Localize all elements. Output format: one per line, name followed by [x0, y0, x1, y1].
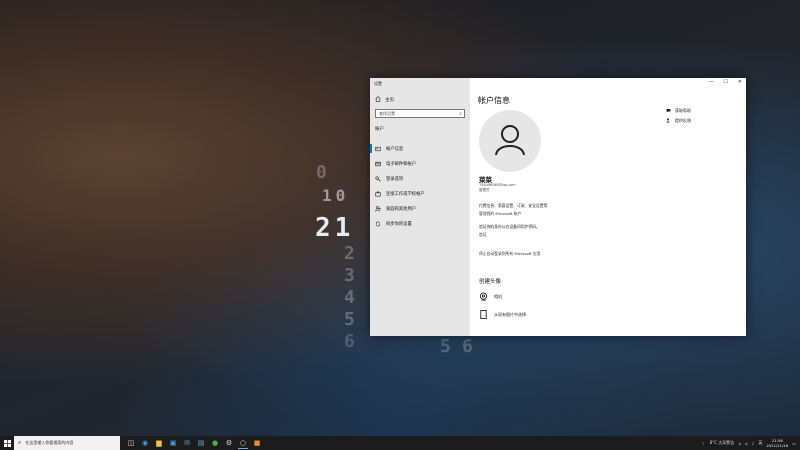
settings-icon[interactable]: ⚙ [224, 438, 234, 448]
user-role: 管理员 [479, 188, 490, 192]
briefcase-icon [375, 191, 381, 197]
weather-icon: ☾ [702, 440, 706, 446]
help-label: 获取帮助 [675, 108, 691, 113]
search-icon: ⌕ [459, 111, 462, 117]
home-label: 主页 [385, 98, 394, 103]
sidebar-item-label: 电子邮件和帐户 [386, 161, 417, 167]
camera-icon [479, 292, 488, 301]
feedback-icon [666, 118, 671, 124]
get-help-link[interactable]: 获取帮助 [666, 108, 691, 114]
section-label: 帐户 [375, 127, 384, 132]
search-placeholder: 查找设置 [379, 111, 395, 116]
camera-label: 相机 [494, 293, 502, 299]
sidebar-item-email-accounts[interactable]: 电子邮件和帐户 [370, 156, 470, 171]
system-tray: ☾ 8°C 大风警告 ∧ ⌂ ♪ 英 21:56 2021/11/16 ▭ [702, 436, 796, 450]
sidebar-item-label: 家庭和其他用户 [386, 206, 417, 212]
start-button[interactable] [0, 436, 14, 450]
taskbar: ⌕ 在这里输入你要搜索的内容 ◫ ◉ ▆ ▣ ✉ ▤ ● ⚙ ○ ■ ☾ 8°C… [0, 436, 800, 450]
stop-auto-login-link[interactable]: 停止自动登录到所有 Microsoft 应用 [479, 251, 540, 257]
key-icon [375, 175, 381, 182]
search-icon: ⌕ [18, 439, 22, 446]
manage-account-link[interactable]: 管理我的 Microsoft 帐户 [479, 211, 521, 217]
feedback-label: 提供反馈 [675, 118, 691, 123]
mail-icon [375, 161, 381, 167]
wallpaper-digit-small: 10 [322, 186, 350, 205]
taskbar-search-input[interactable]: ⌕ 在这里输入你要搜索的内容 [14, 436, 120, 450]
windows-logo-icon [3, 439, 11, 447]
home-link[interactable]: 主页 [375, 96, 394, 104]
create-avatar-title: 创建头像 [479, 279, 502, 285]
wallpaper-digit: 5 [440, 336, 455, 357]
clock-date: 2021/11/16 [766, 443, 789, 448]
sidebar-item-sign-in-options[interactable]: 登录选项 [370, 171, 470, 186]
wallpaper-hour: 21 [315, 213, 355, 243]
wallpaper-digit: 2 [344, 243, 359, 264]
help-chat-icon [666, 108, 671, 114]
tray-chevron-icon[interactable]: ∧ [738, 441, 741, 446]
settings-search-input[interactable]: 查找设置 ⌕ [375, 109, 465, 118]
taskbar-apps: ◫ ◉ ▆ ▣ ✉ ▤ ● ⚙ ○ ■ [126, 438, 262, 449]
wallpaper-digit: 6 [344, 331, 359, 352]
account-info-icon [375, 146, 381, 152]
edge-icon[interactable]: ◉ [140, 438, 150, 448]
home-icon [375, 96, 381, 104]
sidebar-nav: 帐户信息 电子邮件和帐户 登录选项 连接工作或学校帐户 家庭和其他用户 同步你的… [370, 141, 470, 231]
taskbar-search-placeholder: 在这里输入你要搜索的内容 [25, 440, 74, 445]
browse-picture-icon [479, 310, 488, 319]
weather-text[interactable]: 8°C 大风警告 [710, 440, 735, 446]
wallpaper-digit: 0 [316, 162, 331, 183]
sidebar-item-sync[interactable]: 同步你的设置 [370, 216, 470, 231]
billing-text: 付费信息、家庭设置、订阅、安全设置等 [479, 203, 548, 208]
notifications-icon[interactable]: ▭ [792, 441, 796, 446]
sidebar-item-account-info[interactable]: 帐户信息 [370, 141, 470, 156]
sidebar-item-label: 登录选项 [386, 176, 404, 182]
store-icon[interactable]: ▣ [168, 438, 178, 448]
mail-app-icon[interactable]: ✉ [182, 438, 192, 448]
clock[interactable]: 21:56 2021/11/16 [766, 438, 788, 448]
sidebar-item-label: 帐户信息 [386, 146, 404, 152]
xbox-icon[interactable]: ● [210, 438, 220, 448]
sidebar-item-family-users[interactable]: 家庭和其他用户 [370, 201, 470, 216]
verify-link[interactable]: 验证 [479, 232, 487, 238]
sidebar: 设置 主页 查找设置 ⌕ 帐户 帐户信息 电子邮件和帐户 登录选项 连接工作或学… [370, 78, 470, 336]
volume-icon[interactable]: ♪ [752, 441, 755, 446]
task-view-icon[interactable]: ◫ [126, 438, 136, 448]
user-email: 794498980@qq.com [479, 183, 516, 187]
avatar [479, 110, 541, 172]
settings-window: 设置 主页 查找设置 ⌕ 帐户 帐户信息 电子邮件和帐户 登录选项 连接工作或学… [370, 78, 746, 336]
browse-picture-label: 从现有图片中选择 [494, 311, 526, 317]
browse-picture-option[interactable]: 从现有图片中选择 [479, 310, 526, 319]
wallpaper-digit: 3 [344, 265, 359, 286]
file-explorer-icon[interactable]: ▆ [154, 438, 164, 448]
window-title: 设置 [374, 81, 382, 86]
main-content: 帐户信息 菜菜 794498980@qq.com 管理员 付费信息、家庭设置、订… [478, 78, 746, 336]
sidebar-item-label: 同步你的设置 [386, 221, 412, 227]
verify-text: 验证你的身份以在设备间同步密码。 [479, 224, 540, 229]
wallpaper-digit: 5 [344, 309, 359, 330]
add-user-icon [375, 205, 381, 212]
app-icon[interactable]: ■ [252, 438, 262, 448]
page-title: 帐户信息 [478, 96, 510, 105]
wallpaper-digit: 6 [462, 336, 477, 357]
wallpaper-digit: 4 [344, 287, 359, 308]
feedback-link[interactable]: 提供反馈 [666, 118, 691, 124]
sync-icon [375, 221, 381, 227]
network-icon[interactable]: ⌂ [745, 441, 748, 446]
photos-icon[interactable]: ▤ [196, 438, 206, 448]
cortana-icon[interactable]: ○ [238, 438, 248, 449]
sidebar-item-work-school[interactable]: 连接工作或学校帐户 [370, 186, 470, 201]
sidebar-item-label: 连接工作或学校帐户 [386, 191, 425, 197]
camera-option[interactable]: 相机 [479, 292, 502, 301]
user-silhouette-icon [495, 125, 525, 156]
input-language[interactable]: 英 [758, 440, 762, 446]
